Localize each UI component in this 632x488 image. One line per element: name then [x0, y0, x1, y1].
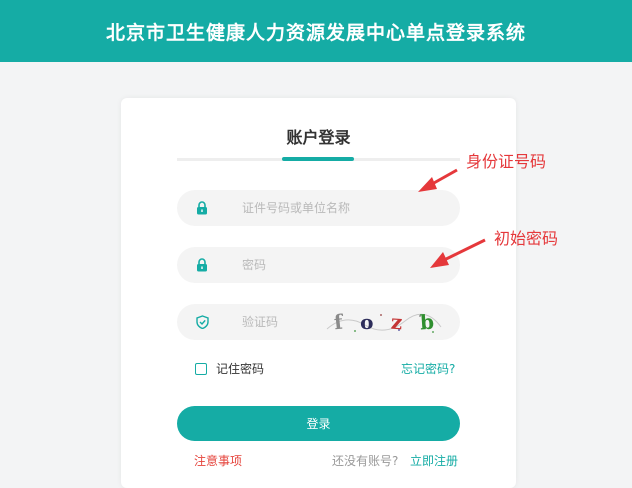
captcha-char: z	[390, 309, 404, 335]
tab-account-login[interactable]: 账户登录	[121, 124, 516, 148]
password-input[interactable]	[242, 258, 392, 272]
forgot-password-link[interactable]: 忘记密码?	[401, 360, 455, 377]
id-field[interactable]	[177, 190, 460, 226]
notice-link[interactable]: 注意事项	[194, 452, 242, 469]
remember-password[interactable]: 记住密码	[195, 360, 264, 377]
lock-icon	[195, 201, 209, 215]
remember-checkbox[interactable]	[195, 362, 207, 375]
tab-active-indicator	[282, 157, 354, 161]
captcha-input[interactable]	[242, 315, 332, 329]
lock-icon	[195, 258, 209, 272]
captcha-char: o	[360, 310, 374, 334]
captcha-image[interactable]: f o z b	[325, 309, 443, 335]
id-input[interactable]	[242, 201, 392, 215]
no-account-text: 还没有账号?	[332, 454, 399, 468]
page-title: 北京市卫生健康人力资源发展中心单点登录系统	[105, 21, 526, 44]
annotation-id-hint: 身份证号码	[466, 152, 547, 171]
remember-label: 记住密码	[216, 362, 265, 376]
login-button[interactable]: 登录	[177, 406, 460, 441]
top-header: 北京市卫生健康人力资源发展中心单点登录系统	[0, 0, 632, 62]
captcha-char: b	[419, 309, 435, 335]
shield-check-icon	[195, 315, 209, 329]
captcha-char: f	[332, 309, 344, 335]
captcha-field[interactable]: f o z b	[177, 304, 460, 340]
login-card: 账户登录 证件号码或单位名称 验证码 f o z b 记住密码 忘记密码? 登录…	[121, 98, 516, 488]
annotation-password-hint: 初始密码	[494, 229, 559, 248]
password-field[interactable]	[177, 247, 460, 283]
register-link[interactable]: 立即注册	[410, 452, 458, 469]
